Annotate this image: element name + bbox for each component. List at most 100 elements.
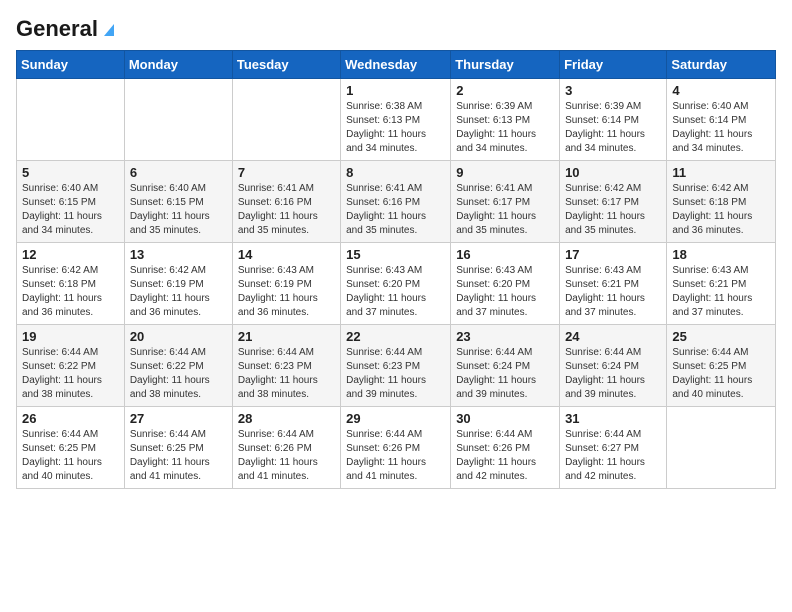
- calendar-day-cell: [124, 79, 232, 161]
- calendar-header-row: SundayMondayTuesdayWednesdayThursdayFrid…: [17, 51, 776, 79]
- day-info: Sunrise: 6:40 AMSunset: 6:15 PMDaylight:…: [22, 182, 119, 238]
- day-info: Sunrise: 6:43 AMSunset: 6:20 PMDaylight:…: [346, 264, 445, 320]
- calendar-day-cell: 7 Sunrise: 6:41 AMSunset: 6:16 PMDaylight…: [232, 161, 340, 243]
- day-info: Sunrise: 6:40 AMSunset: 6:14 PMDaylight:…: [672, 100, 770, 156]
- day-info: Sunrise: 6:43 AMSunset: 6:21 PMDaylight:…: [565, 264, 661, 320]
- day-number: 11: [672, 165, 770, 180]
- day-number: 5: [22, 165, 119, 180]
- day-info: Sunrise: 6:44 AMSunset: 6:22 PMDaylight:…: [22, 346, 119, 402]
- calendar-day-cell: 14 Sunrise: 6:43 AMSunset: 6:19 PMDayligh…: [232, 243, 340, 325]
- day-number: 10: [565, 165, 661, 180]
- calendar-week-row: 26 Sunrise: 6:44 AMSunset: 6:25 PMDayligh…: [17, 407, 776, 489]
- calendar-day-cell: 19Sunrise: 6:44 AMSunset: 6:22 PMDayligh…: [17, 325, 125, 407]
- day-info: Sunrise: 6:42 AMSunset: 6:19 PMDaylight:…: [130, 264, 227, 320]
- day-number: 18: [672, 247, 770, 262]
- calendar-day-cell: 28Sunrise: 6:44 AMSunset: 6:26 PMDayligh…: [232, 407, 340, 489]
- day-info: Sunrise: 6:38 AMSunset: 6:13 PMDaylight:…: [346, 100, 445, 156]
- day-info: Sunrise: 6:43 AMSunset: 6:20 PMDaylight:…: [456, 264, 554, 320]
- calendar-day-cell: 20Sunrise: 6:44 AMSunset: 6:22 PMDayligh…: [124, 325, 232, 407]
- day-number: 12: [22, 247, 119, 262]
- calendar-week-row: 5 Sunrise: 6:40 AMSunset: 6:15 PMDaylight…: [17, 161, 776, 243]
- calendar-day-cell: 9Sunrise: 6:41 AMSunset: 6:17 PMDaylight…: [451, 161, 560, 243]
- weekday-header: Saturday: [667, 51, 776, 79]
- calendar-day-cell: 24 Sunrise: 6:44 AMSunset: 6:24 PMDayligh…: [560, 325, 667, 407]
- day-number: 2: [456, 83, 554, 98]
- calendar-day-cell: 12 Sunrise: 6:42 AMSunset: 6:18 PMDayligh…: [17, 243, 125, 325]
- day-info: Sunrise: 6:44 AMSunset: 6:25 PMDaylight:…: [672, 346, 770, 402]
- calendar-day-cell: [17, 79, 125, 161]
- weekday-header: Friday: [560, 51, 667, 79]
- day-number: 25: [672, 329, 770, 344]
- day-number: 1: [346, 83, 445, 98]
- day-info: Sunrise: 6:44 AMSunset: 6:25 PMDaylight:…: [22, 428, 119, 484]
- day-info: Sunrise: 6:39 AMSunset: 6:14 PMDaylight:…: [565, 100, 661, 156]
- day-number: 16: [456, 247, 554, 262]
- day-info: Sunrise: 6:42 AMSunset: 6:18 PMDaylight:…: [672, 182, 770, 238]
- calendar-week-row: 12 Sunrise: 6:42 AMSunset: 6:18 PMDayligh…: [17, 243, 776, 325]
- calendar-day-cell: 8Sunrise: 6:41 AMSunset: 6:16 PMDaylight…: [341, 161, 451, 243]
- day-number: 3: [565, 83, 661, 98]
- day-info: Sunrise: 6:43 AMSunset: 6:19 PMDaylight:…: [238, 264, 335, 320]
- calendar-day-cell: 22 Sunrise: 6:44 AMSunset: 6:23 PMDayligh…: [341, 325, 451, 407]
- day-number: 30: [456, 411, 554, 426]
- calendar-day-cell: 17 Sunrise: 6:43 AMSunset: 6:21 PMDayligh…: [560, 243, 667, 325]
- day-number: 4: [672, 83, 770, 98]
- day-info: Sunrise: 6:44 AMSunset: 6:23 PMDaylight:…: [346, 346, 445, 402]
- calendar-day-cell: [232, 79, 340, 161]
- calendar-week-row: 19Sunrise: 6:44 AMSunset: 6:22 PMDayligh…: [17, 325, 776, 407]
- day-number: 9: [456, 165, 554, 180]
- calendar-day-cell: 13 Sunrise: 6:42 AMSunset: 6:19 PMDayligh…: [124, 243, 232, 325]
- calendar-table: SundayMondayTuesdayWednesdayThursdayFrid…: [16, 50, 776, 489]
- calendar-day-cell: 23 Sunrise: 6:44 AMSunset: 6:24 PMDayligh…: [451, 325, 560, 407]
- day-info: Sunrise: 6:44 AMSunset: 6:27 PMDaylight:…: [565, 428, 661, 484]
- weekday-header: Wednesday: [341, 51, 451, 79]
- day-info: Sunrise: 6:44 AMSunset: 6:22 PMDaylight:…: [130, 346, 227, 402]
- calendar-day-cell: 16 Sunrise: 6:43 AMSunset: 6:20 PMDayligh…: [451, 243, 560, 325]
- calendar-day-cell: 26 Sunrise: 6:44 AMSunset: 6:25 PMDayligh…: [17, 407, 125, 489]
- day-info: Sunrise: 6:44 AMSunset: 6:24 PMDaylight:…: [565, 346, 661, 402]
- weekday-header: Tuesday: [232, 51, 340, 79]
- logo-text-general: General: [16, 16, 98, 42]
- day-number: 21: [238, 329, 335, 344]
- weekday-header: Monday: [124, 51, 232, 79]
- day-number: 13: [130, 247, 227, 262]
- day-number: 15: [346, 247, 445, 262]
- day-info: Sunrise: 6:42 AMSunset: 6:17 PMDaylight:…: [565, 182, 661, 238]
- calendar-day-cell: 1 Sunrise: 6:38 AMSunset: 6:13 PMDaylight…: [341, 79, 451, 161]
- day-info: Sunrise: 6:42 AMSunset: 6:18 PMDaylight:…: [22, 264, 119, 320]
- day-number: 22: [346, 329, 445, 344]
- day-number: 26: [22, 411, 119, 426]
- calendar-day-cell: 6Sunrise: 6:40 AMSunset: 6:15 PMDaylight…: [124, 161, 232, 243]
- calendar-day-cell: 11 Sunrise: 6:42 AMSunset: 6:18 PMDayligh…: [667, 161, 776, 243]
- calendar-day-cell: 29Sunrise: 6:44 AMSunset: 6:26 PMDayligh…: [341, 407, 451, 489]
- day-info: Sunrise: 6:44 AMSunset: 6:25 PMDaylight:…: [130, 428, 227, 484]
- calendar-day-cell: 4 Sunrise: 6:40 AMSunset: 6:14 PMDaylight…: [667, 79, 776, 161]
- day-number: 24: [565, 329, 661, 344]
- calendar-day-cell: 18 Sunrise: 6:43 AMSunset: 6:21 PMDayligh…: [667, 243, 776, 325]
- calendar-day-cell: 25 Sunrise: 6:44 AMSunset: 6:25 PMDayligh…: [667, 325, 776, 407]
- calendar-day-cell: 5 Sunrise: 6:40 AMSunset: 6:15 PMDaylight…: [17, 161, 125, 243]
- calendar-day-cell: 21 Sunrise: 6:44 AMSunset: 6:23 PMDayligh…: [232, 325, 340, 407]
- calendar-day-cell: 15 Sunrise: 6:43 AMSunset: 6:20 PMDayligh…: [341, 243, 451, 325]
- calendar-day-cell: 30Sunrise: 6:44 AMSunset: 6:26 PMDayligh…: [451, 407, 560, 489]
- weekday-header: Sunday: [17, 51, 125, 79]
- day-info: Sunrise: 6:41 AMSunset: 6:16 PMDaylight:…: [238, 182, 335, 238]
- day-info: Sunrise: 6:44 AMSunset: 6:23 PMDaylight:…: [238, 346, 335, 402]
- day-number: 6: [130, 165, 227, 180]
- day-info: Sunrise: 6:44 AMSunset: 6:24 PMDaylight:…: [456, 346, 554, 402]
- calendar-day-cell: 2 Sunrise: 6:39 AMSunset: 6:13 PMDaylight…: [451, 79, 560, 161]
- day-info: Sunrise: 6:39 AMSunset: 6:13 PMDaylight:…: [456, 100, 554, 156]
- day-number: 7: [238, 165, 335, 180]
- day-info: Sunrise: 6:43 AMSunset: 6:21 PMDaylight:…: [672, 264, 770, 320]
- calendar-day-cell: 31 Sunrise: 6:44 AMSunset: 6:27 PMDayligh…: [560, 407, 667, 489]
- day-number: 14: [238, 247, 335, 262]
- calendar-day-cell: 27Sunrise: 6:44 AMSunset: 6:25 PMDayligh…: [124, 407, 232, 489]
- day-number: 23: [456, 329, 554, 344]
- page-header: General: [16, 16, 776, 38]
- day-number: 29: [346, 411, 445, 426]
- calendar-day-cell: [667, 407, 776, 489]
- day-number: 8: [346, 165, 445, 180]
- day-info: Sunrise: 6:44 AMSunset: 6:26 PMDaylight:…: [238, 428, 335, 484]
- day-number: 31: [565, 411, 661, 426]
- day-number: 17: [565, 247, 661, 262]
